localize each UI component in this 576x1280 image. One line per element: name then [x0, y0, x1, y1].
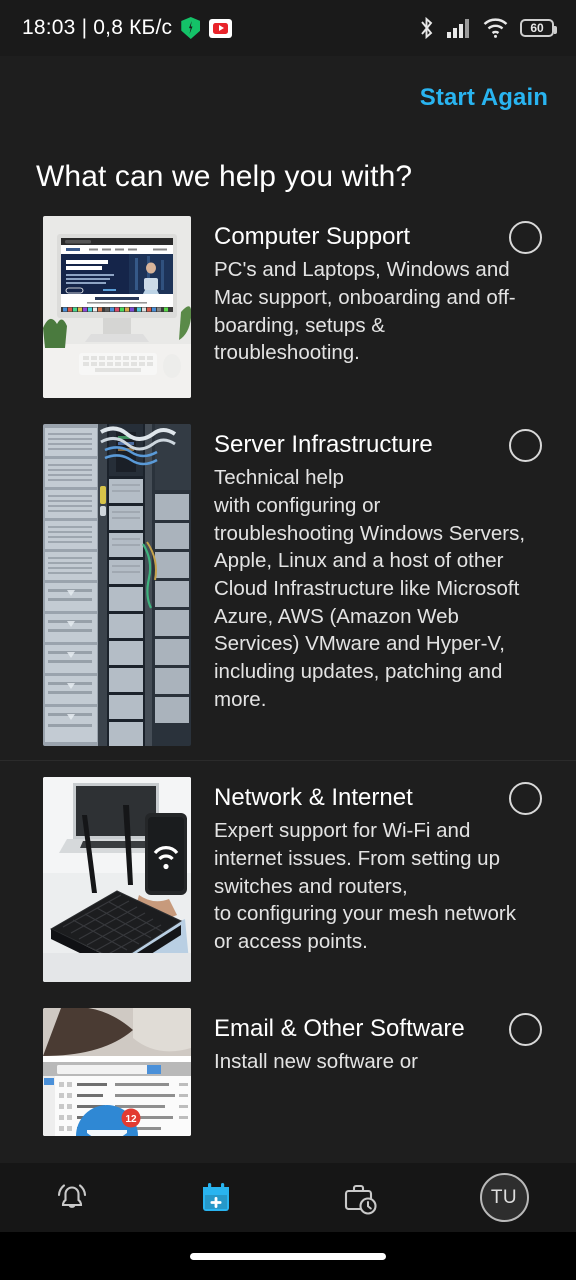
nav-item-new-request[interactable]	[144, 1163, 288, 1232]
nav-item-alerts[interactable]	[0, 1163, 144, 1232]
list-item-description: Technical help with configuring or troub…	[214, 466, 526, 711]
battery-icon: 60	[520, 19, 557, 37]
list-item[interactable]: Network & Internet Expert support for Wi…	[0, 777, 576, 982]
wifi-router-photo	[43, 777, 191, 982]
list-item-title: Network & Internet	[214, 784, 413, 811]
bell-alert-icon	[57, 1183, 87, 1208]
calendar-plus-icon	[203, 1182, 229, 1211]
status-bar-right: 60	[418, 17, 557, 39]
list-item-title: Server Infrastructure	[214, 431, 433, 458]
nav-item-history[interactable]	[288, 1163, 432, 1232]
status-clock: 18:03 | 0,8 КБ/с	[22, 16, 173, 39]
service-list: Computer Support PC's and Laptops, Windo…	[0, 194, 576, 1136]
email-inbox-photo: 12	[43, 1008, 191, 1136]
radio-button[interactable]	[509, 782, 542, 815]
gesture-navigation-area	[0, 1232, 576, 1280]
youtube-icon	[209, 18, 233, 38]
imac-desktop-photo	[43, 216, 191, 398]
page-title: What can we help you with?	[36, 160, 413, 193]
list-item-body: Email & Other Software Install new softw…	[191, 1008, 552, 1076]
list-item-body: Network & Internet Expert support for Wi…	[191, 777, 552, 956]
briefcase-clock-icon	[344, 1184, 377, 1215]
bottom-navigation: TU	[0, 1163, 576, 1232]
radio-button[interactable]	[509, 429, 542, 462]
list-item-description: Expert support for Wi-Fi and internet is…	[214, 819, 516, 953]
server-rack-photo	[43, 424, 191, 746]
list-item[interactable]: Computer Support PC's and Laptops, Windo…	[0, 216, 576, 398]
cellular-signal-icon	[447, 19, 469, 38]
status-bar: 18:03 | 0,8 КБ/с 60	[0, 0, 576, 56]
list-item-body: Server Infrastructure Technical help wit…	[191, 424, 552, 713]
wifi-icon	[483, 18, 508, 38]
start-again-button[interactable]: Start Again	[420, 84, 548, 112]
bluetooth-icon	[421, 17, 433, 39]
list-item[interactable]: Server Infrastructure Technical help wit…	[0, 424, 576, 761]
shield-vpn-icon	[181, 17, 201, 39]
list-item[interactable]: 12 Email & Other Software Install new so…	[0, 1008, 576, 1136]
list-item-description: PC's and Laptops, Windows and Mac suppor…	[214, 258, 516, 365]
gesture-bar[interactable]	[190, 1252, 386, 1260]
avatar-initials: TU	[490, 1186, 518, 1208]
app-header: Start Again	[0, 56, 576, 140]
avatar: TU	[479, 1173, 529, 1222]
app-screen: 18:03 | 0,8 КБ/с 60 Start Again What can…	[0, 0, 576, 1280]
list-item-body: Computer Support PC's and Laptops, Windo…	[191, 216, 552, 367]
battery-level: 60	[530, 21, 544, 35]
svg-text:12: 12	[125, 1114, 137, 1125]
nav-item-profile[interactable]: TU	[432, 1163, 576, 1232]
radio-button[interactable]	[509, 221, 542, 254]
list-item-description: Install new software or	[214, 1050, 418, 1074]
radio-button[interactable]	[509, 1013, 542, 1046]
scroll-content[interactable]: What can we help you with? Computer Supp…	[0, 140, 576, 1163]
list-item-title: Email & Other Software	[214, 1015, 465, 1042]
list-item-title: Computer Support	[214, 223, 411, 250]
status-bar-left: 18:03 | 0,8 КБ/с	[22, 16, 233, 40]
